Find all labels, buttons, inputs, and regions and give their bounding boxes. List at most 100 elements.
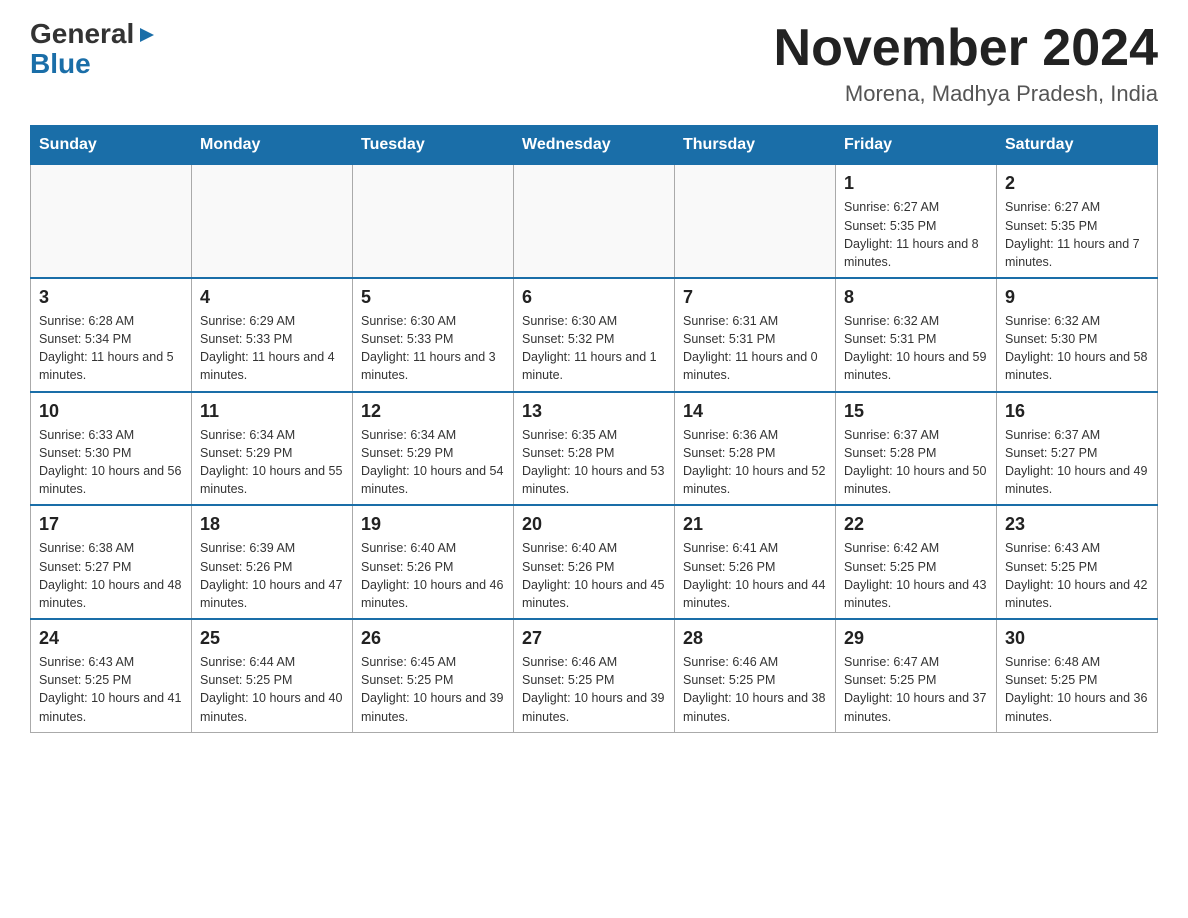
calendar-row-3: 17Sunrise: 6:38 AMSunset: 5:27 PMDayligh…	[31, 505, 1158, 619]
calendar-cell: 22Sunrise: 6:42 AMSunset: 5:25 PMDayligh…	[836, 505, 997, 619]
calendar-cell: 26Sunrise: 6:45 AMSunset: 5:25 PMDayligh…	[353, 619, 514, 732]
day-info: Sunrise: 6:37 AMSunset: 5:28 PMDaylight:…	[844, 426, 988, 499]
calendar-cell: 1Sunrise: 6:27 AMSunset: 5:35 PMDaylight…	[836, 165, 997, 278]
calendar-cell: 8Sunrise: 6:32 AMSunset: 5:31 PMDaylight…	[836, 278, 997, 392]
calendar-cell: 18Sunrise: 6:39 AMSunset: 5:26 PMDayligh…	[192, 505, 353, 619]
day-info: Sunrise: 6:40 AMSunset: 5:26 PMDaylight:…	[522, 539, 666, 612]
day-info: Sunrise: 6:34 AMSunset: 5:29 PMDaylight:…	[200, 426, 344, 499]
day-info: Sunrise: 6:41 AMSunset: 5:26 PMDaylight:…	[683, 539, 827, 612]
day-info: Sunrise: 6:47 AMSunset: 5:25 PMDaylight:…	[844, 653, 988, 726]
month-title: November 2024	[774, 20, 1158, 77]
calendar-cell: 2Sunrise: 6:27 AMSunset: 5:35 PMDaylight…	[997, 165, 1158, 278]
day-info: Sunrise: 6:27 AMSunset: 5:35 PMDaylight:…	[844, 198, 988, 271]
weekday-header-row: SundayMondayTuesdayWednesdayThursdayFrid…	[31, 126, 1158, 165]
day-info: Sunrise: 6:43 AMSunset: 5:25 PMDaylight:…	[1005, 539, 1149, 612]
weekday-header-wednesday: Wednesday	[514, 126, 675, 165]
day-number: 24	[39, 626, 183, 651]
calendar-cell: 23Sunrise: 6:43 AMSunset: 5:25 PMDayligh…	[997, 505, 1158, 619]
calendar-cell: 10Sunrise: 6:33 AMSunset: 5:30 PMDayligh…	[31, 392, 192, 506]
day-info: Sunrise: 6:46 AMSunset: 5:25 PMDaylight:…	[522, 653, 666, 726]
day-number: 26	[361, 626, 505, 651]
day-info: Sunrise: 6:32 AMSunset: 5:30 PMDaylight:…	[1005, 312, 1149, 385]
day-info: Sunrise: 6:38 AMSunset: 5:27 PMDaylight:…	[39, 539, 183, 612]
weekday-header-monday: Monday	[192, 126, 353, 165]
day-number: 11	[200, 399, 344, 424]
day-number: 20	[522, 512, 666, 537]
calendar-cell: 7Sunrise: 6:31 AMSunset: 5:31 PMDaylight…	[675, 278, 836, 392]
day-number: 1	[844, 171, 988, 196]
day-info: Sunrise: 6:29 AMSunset: 5:33 PMDaylight:…	[200, 312, 344, 385]
day-number: 17	[39, 512, 183, 537]
day-info: Sunrise: 6:34 AMSunset: 5:29 PMDaylight:…	[361, 426, 505, 499]
day-info: Sunrise: 6:32 AMSunset: 5:31 PMDaylight:…	[844, 312, 988, 385]
calendar-cell: 30Sunrise: 6:48 AMSunset: 5:25 PMDayligh…	[997, 619, 1158, 732]
page-header: General Blue November 2024 Morena, Madhy…	[30, 20, 1158, 107]
day-info: Sunrise: 6:31 AMSunset: 5:31 PMDaylight:…	[683, 312, 827, 385]
calendar-cell: 17Sunrise: 6:38 AMSunset: 5:27 PMDayligh…	[31, 505, 192, 619]
day-info: Sunrise: 6:42 AMSunset: 5:25 PMDaylight:…	[844, 539, 988, 612]
weekday-header-tuesday: Tuesday	[353, 126, 514, 165]
title-section: November 2024 Morena, Madhya Pradesh, In…	[774, 20, 1158, 107]
day-number: 25	[200, 626, 344, 651]
calendar-cell: 4Sunrise: 6:29 AMSunset: 5:33 PMDaylight…	[192, 278, 353, 392]
logo-blue-text: Blue	[30, 48, 91, 80]
calendar-cell: 24Sunrise: 6:43 AMSunset: 5:25 PMDayligh…	[31, 619, 192, 732]
day-info: Sunrise: 6:48 AMSunset: 5:25 PMDaylight:…	[1005, 653, 1149, 726]
day-number: 12	[361, 399, 505, 424]
calendar-row-2: 10Sunrise: 6:33 AMSunset: 5:30 PMDayligh…	[31, 392, 1158, 506]
calendar-table: SundayMondayTuesdayWednesdayThursdayFrid…	[30, 125, 1158, 732]
calendar-cell: 15Sunrise: 6:37 AMSunset: 5:28 PMDayligh…	[836, 392, 997, 506]
location-title: Morena, Madhya Pradesh, India	[774, 81, 1158, 107]
day-number: 2	[1005, 171, 1149, 196]
weekday-header-saturday: Saturday	[997, 126, 1158, 165]
calendar-cell	[192, 165, 353, 278]
day-number: 22	[844, 512, 988, 537]
calendar-cell: 21Sunrise: 6:41 AMSunset: 5:26 PMDayligh…	[675, 505, 836, 619]
day-number: 10	[39, 399, 183, 424]
day-number: 28	[683, 626, 827, 651]
day-number: 13	[522, 399, 666, 424]
logo-arrow-icon	[136, 24, 158, 46]
calendar-cell: 9Sunrise: 6:32 AMSunset: 5:30 PMDaylight…	[997, 278, 1158, 392]
calendar-cell: 28Sunrise: 6:46 AMSunset: 5:25 PMDayligh…	[675, 619, 836, 732]
calendar-cell: 25Sunrise: 6:44 AMSunset: 5:25 PMDayligh…	[192, 619, 353, 732]
day-number: 23	[1005, 512, 1149, 537]
calendar-cell: 11Sunrise: 6:34 AMSunset: 5:29 PMDayligh…	[192, 392, 353, 506]
calendar-cell	[675, 165, 836, 278]
logo: General Blue	[30, 20, 158, 80]
day-number: 6	[522, 285, 666, 310]
calendar-cell: 5Sunrise: 6:30 AMSunset: 5:33 PMDaylight…	[353, 278, 514, 392]
weekday-header-friday: Friday	[836, 126, 997, 165]
day-number: 9	[1005, 285, 1149, 310]
day-info: Sunrise: 6:28 AMSunset: 5:34 PMDaylight:…	[39, 312, 183, 385]
day-info: Sunrise: 6:35 AMSunset: 5:28 PMDaylight:…	[522, 426, 666, 499]
calendar-cell	[353, 165, 514, 278]
calendar-cell	[31, 165, 192, 278]
day-number: 27	[522, 626, 666, 651]
weekday-header-sunday: Sunday	[31, 126, 192, 165]
calendar-cell: 14Sunrise: 6:36 AMSunset: 5:28 PMDayligh…	[675, 392, 836, 506]
day-info: Sunrise: 6:36 AMSunset: 5:28 PMDaylight:…	[683, 426, 827, 499]
calendar-cell: 19Sunrise: 6:40 AMSunset: 5:26 PMDayligh…	[353, 505, 514, 619]
calendar-cell: 27Sunrise: 6:46 AMSunset: 5:25 PMDayligh…	[514, 619, 675, 732]
calendar-cell: 3Sunrise: 6:28 AMSunset: 5:34 PMDaylight…	[31, 278, 192, 392]
day-number: 29	[844, 626, 988, 651]
day-info: Sunrise: 6:45 AMSunset: 5:25 PMDaylight:…	[361, 653, 505, 726]
day-number: 16	[1005, 399, 1149, 424]
calendar-row-0: 1Sunrise: 6:27 AMSunset: 5:35 PMDaylight…	[31, 165, 1158, 278]
day-info: Sunrise: 6:30 AMSunset: 5:33 PMDaylight:…	[361, 312, 505, 385]
calendar-cell: 16Sunrise: 6:37 AMSunset: 5:27 PMDayligh…	[997, 392, 1158, 506]
day-number: 14	[683, 399, 827, 424]
calendar-cell: 12Sunrise: 6:34 AMSunset: 5:29 PMDayligh…	[353, 392, 514, 506]
calendar-row-4: 24Sunrise: 6:43 AMSunset: 5:25 PMDayligh…	[31, 619, 1158, 732]
day-number: 4	[200, 285, 344, 310]
day-number: 15	[844, 399, 988, 424]
day-info: Sunrise: 6:43 AMSunset: 5:25 PMDaylight:…	[39, 653, 183, 726]
day-number: 3	[39, 285, 183, 310]
day-info: Sunrise: 6:33 AMSunset: 5:30 PMDaylight:…	[39, 426, 183, 499]
day-number: 7	[683, 285, 827, 310]
day-info: Sunrise: 6:46 AMSunset: 5:25 PMDaylight:…	[683, 653, 827, 726]
day-number: 21	[683, 512, 827, 537]
day-info: Sunrise: 6:30 AMSunset: 5:32 PMDaylight:…	[522, 312, 666, 385]
day-number: 19	[361, 512, 505, 537]
